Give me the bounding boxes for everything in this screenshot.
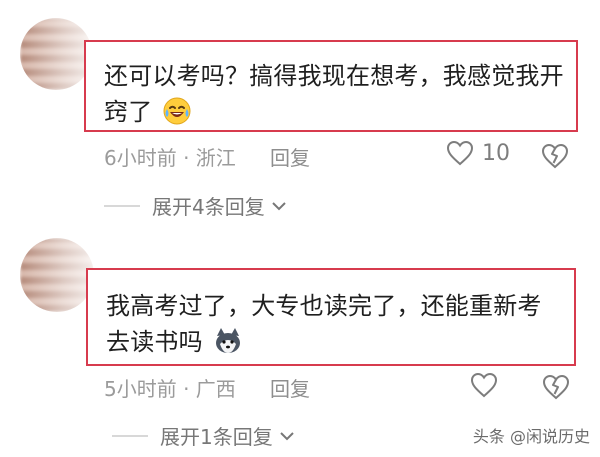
comment-text-content: 我高考过了，大专也读完了，还能重新考去读书吗	[106, 292, 542, 356]
like-button[interactable]	[470, 372, 498, 398]
chevron-down-icon	[279, 430, 295, 442]
husky-emoji-icon	[213, 326, 243, 356]
expand-replies-button[interactable]: 展开1条回复	[112, 421, 295, 450]
comment-meta: 5小时前 · 广西	[104, 377, 236, 401]
comment-text: 我高考过了，大专也读完了，还能重新考去读书吗	[106, 288, 562, 360]
laugh-cry-emoji-icon	[162, 96, 192, 126]
reply-button[interactable]: 回复	[270, 142, 310, 171]
divider	[112, 434, 148, 437]
like-button[interactable]: 10	[446, 140, 510, 166]
blurred-avatar-image	[20, 18, 92, 90]
chevron-down-icon	[271, 200, 287, 212]
comment-meta: 6小时前 · 浙江	[104, 146, 236, 170]
divider	[104, 204, 140, 207]
avatar[interactable]	[20, 238, 94, 312]
expand-replies-label: 展开1条回复	[160, 425, 273, 449]
broken-heart-icon	[542, 374, 570, 400]
broken-heart-icon	[541, 143, 569, 169]
dislike-button[interactable]	[541, 143, 569, 169]
watermark: 头条 @闲说历史	[472, 427, 590, 446]
blurred-avatar-image	[20, 238, 94, 312]
expand-replies-button[interactable]: 展开4条回复	[104, 191, 287, 220]
comment-highlight-box: 我高考过了，大专也读完了，还能重新考去读书吗	[86, 268, 576, 366]
avatar[interactable]	[20, 18, 92, 90]
expand-replies-label: 展开4条回复	[152, 195, 265, 219]
comment-highlight-box: 还可以考吗？搞得我现在想考，我感觉我开窍了	[84, 40, 578, 132]
dislike-button[interactable]	[542, 374, 570, 400]
like-count: 10	[482, 140, 510, 166]
heart-icon	[446, 140, 474, 166]
comment-text: 还可以考吗？搞得我现在想考，我感觉我开窍了	[104, 58, 564, 130]
heart-icon	[470, 372, 498, 398]
reply-button[interactable]: 回复	[270, 373, 310, 402]
